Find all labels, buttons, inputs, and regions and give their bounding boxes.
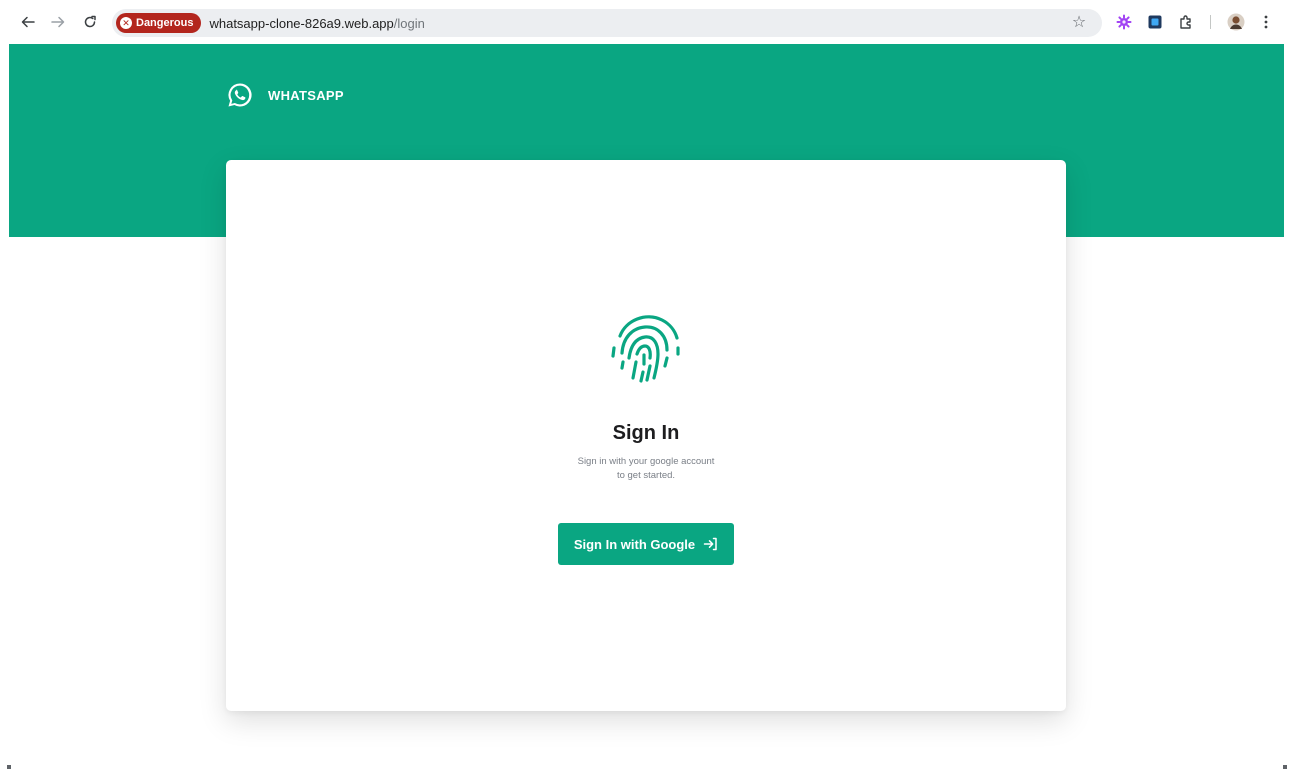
login-arrow-icon [703,537,718,551]
x-circle-icon: ✕ [120,17,132,29]
avatar-icon[interactable] [1226,12,1246,32]
window-corner-right [1283,765,1287,769]
signin-subtitle-line-1: Sign in with your google account [577,456,715,467]
star-icon[interactable]: ☆ [1070,14,1088,32]
url-path: /login [393,15,425,31]
url-text[interactable]: whatsapp-clone-826a9.web.app/login [209,16,424,31]
whatsapp-logo-icon [228,83,252,107]
kebab-menu-icon[interactable] [1256,12,1276,32]
back-button[interactable] [16,10,40,34]
gear-extension-icon[interactable] [1114,12,1134,32]
address-bar[interactable]: ✕ Dangerous whatsapp-clone-826a9.web.app… [112,9,1102,37]
arrow-left-icon [21,16,35,28]
forward-button[interactable] [46,10,70,34]
brand-name: WHATSAPP [268,87,344,103]
puzzle-icon[interactable] [1176,12,1196,32]
login-card: Sign In Sign in with your google account… [226,160,1066,711]
arrow-right-icon [51,16,65,28]
security-chip-label: Dangerous [136,17,194,29]
security-warning-chip[interactable]: ✕ Dangerous [116,13,202,33]
browser-toolbar: ✕ Dangerous whatsapp-clone-826a9.web.app… [0,0,1294,44]
fingerprint-icon [611,315,680,383]
sign-in-with-google-button[interactable]: Sign In with Google [558,523,734,565]
reload-icon [84,15,96,28]
signin-subtitle: Sign in with your google account to get … [546,455,746,483]
url-host: whatsapp-clone-826a9.web.app [209,15,394,31]
page-viewport: WHATSAPP Sign In Sign in with your googl [9,44,1284,769]
toolbar-divider [1210,15,1211,29]
brand: WHATSAPP [226,81,344,109]
square-extension-icon[interactable] [1145,12,1165,32]
sign-in-button-label: Sign In with Google [573,536,696,552]
signin-title: Sign In [612,422,680,444]
window-corner-left [7,765,11,769]
reload-button[interactable] [78,10,102,34]
signin-subtitle-line-2: to get started. [616,470,676,481]
